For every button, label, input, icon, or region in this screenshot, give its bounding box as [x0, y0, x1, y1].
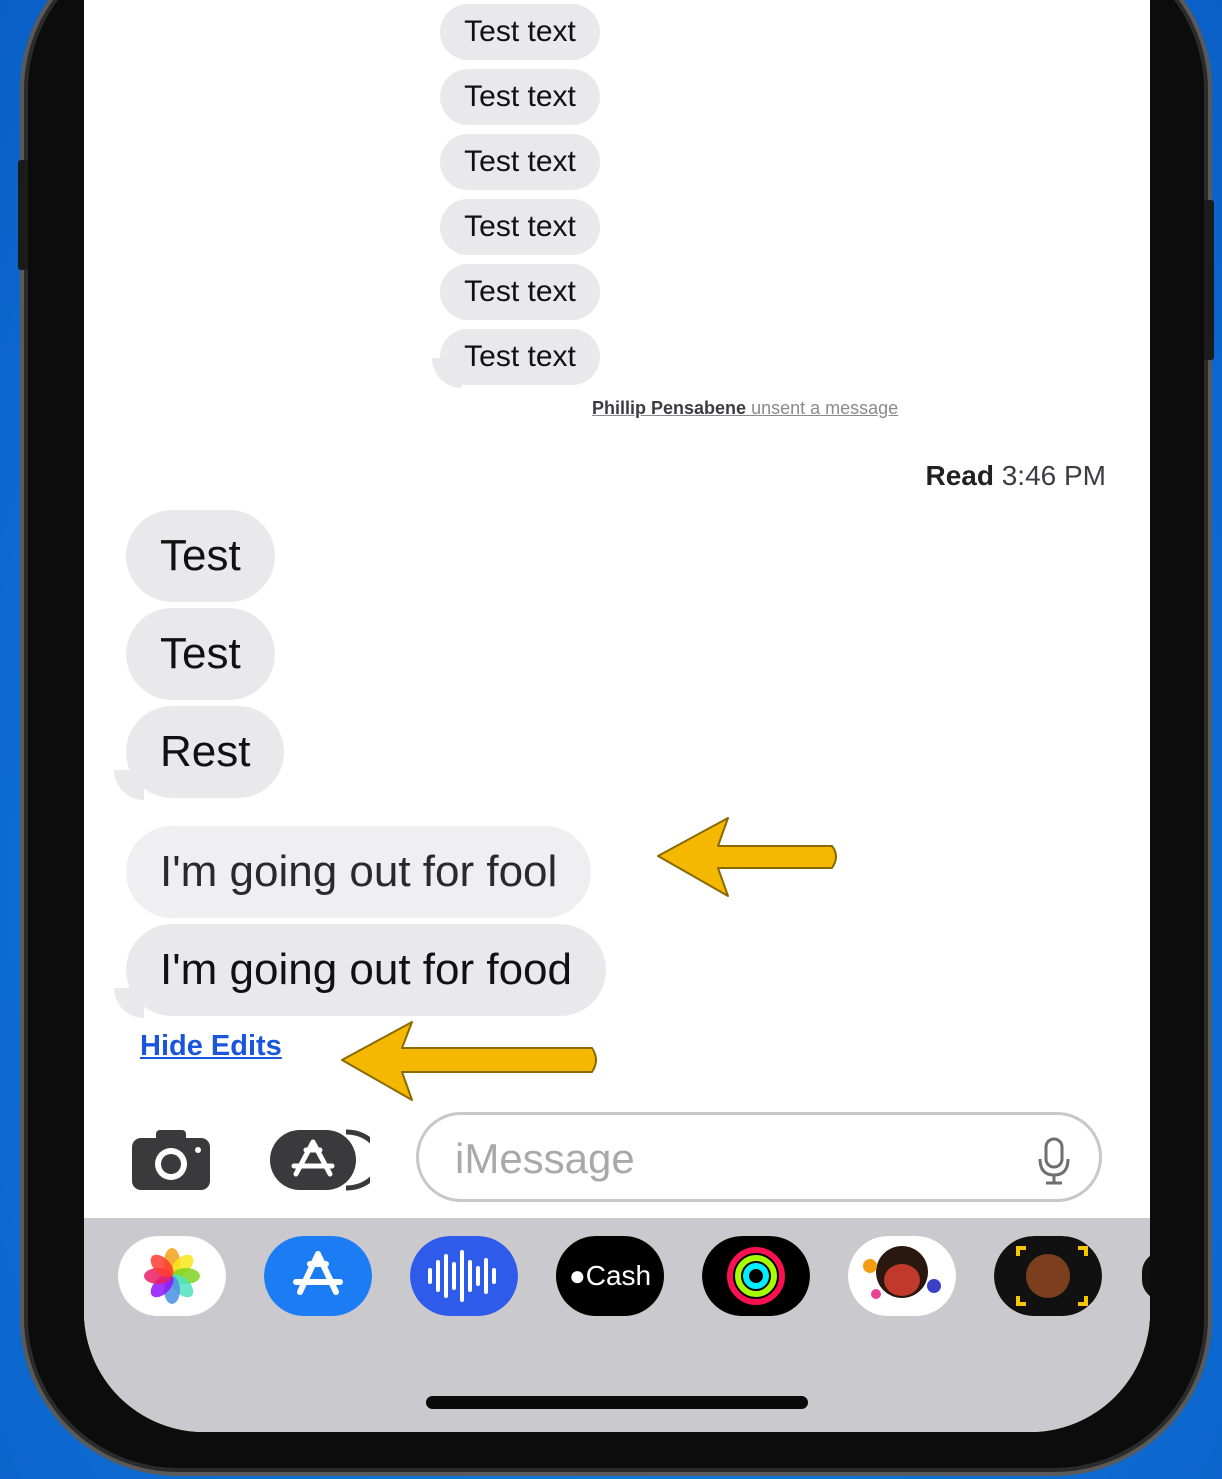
- cash-label: Cash: [585, 1260, 652, 1291]
- unsent-sender-name: Phillip Pensabene: [592, 398, 747, 418]
- imessage-placeholder: iMessage: [455, 1135, 635, 1182]
- message-bubble[interactable]: Rest: [126, 706, 285, 798]
- side-button: [1204, 200, 1214, 360]
- message-bubble[interactable]: Test text: [440, 134, 600, 190]
- audio-message-icon[interactable]: [410, 1236, 518, 1316]
- side-button: [18, 160, 28, 270]
- messages-screen: Test text Test text Test text Test text …: [84, 0, 1150, 1432]
- app-drawer: ●Cash: [84, 1218, 1150, 1432]
- read-receipt: Read 3:46 PM: [925, 460, 1106, 492]
- more-apps-icon[interactable]: [1142, 1252, 1150, 1300]
- read-label: Read: [925, 460, 994, 491]
- read-time: 3:46 PM: [1001, 460, 1106, 491]
- bubble-tail: [432, 358, 462, 388]
- memoji-stickers-icon[interactable]: [848, 1236, 956, 1316]
- message-bubble[interactable]: Test: [126, 608, 275, 700]
- edited-message-bubble[interactable]: I'm going out for food: [126, 924, 606, 1016]
- original-message-bubble[interactable]: I'm going out for fool: [126, 826, 592, 918]
- unsent-notice: Phillip Pensabene unsent a message: [592, 398, 898, 419]
- message-bubble[interactable]: Test text: [440, 329, 600, 385]
- message-bubble[interactable]: Test text: [440, 69, 600, 125]
- bubble-tail: [114, 770, 144, 800]
- unsent-action-text: unsent a message: [751, 398, 899, 418]
- camera-icon[interactable]: [130, 1126, 212, 1192]
- imessage-input[interactable]: iMessage: [416, 1112, 1102, 1202]
- bubble-tail: [114, 988, 144, 1018]
- apple-cash-icon[interactable]: ●Cash: [556, 1236, 664, 1316]
- hide-edits-link[interactable]: Hide Edits: [140, 1030, 282, 1063]
- photos-app-icon[interactable]: [118, 1236, 226, 1316]
- app-store-icon[interactable]: [264, 1236, 372, 1316]
- message-bubble[interactable]: Test text: [440, 264, 600, 320]
- app-store-button-icon[interactable]: [270, 1126, 370, 1194]
- annotation-arrow-icon: [341, 1021, 597, 1101]
- home-indicator: [426, 1396, 808, 1409]
- activity-icon[interactable]: [702, 1236, 810, 1316]
- annotation-arrow-icon: [657, 817, 837, 897]
- memoji-icon[interactable]: [994, 1236, 1102, 1316]
- message-bubble[interactable]: Test text: [440, 4, 600, 60]
- message-bubble[interactable]: Test text: [440, 199, 600, 255]
- apple-logo-icon: ●: [568, 1260, 586, 1291]
- message-bubble[interactable]: Test: [126, 510, 275, 602]
- microphone-icon[interactable]: [1037, 1137, 1071, 1185]
